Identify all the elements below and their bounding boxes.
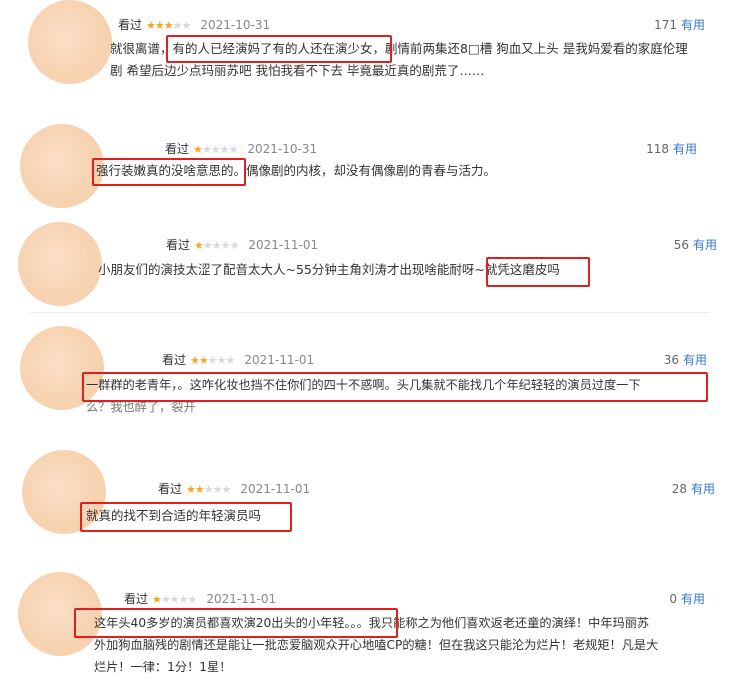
useful-vote[interactable]: 118 有用 (646, 140, 697, 157)
review-text: 一群群的老青年，。这咋化妆也挡不住你们的四十不惑啊。头几集就不能找几个年纪轻轻的… (86, 378, 641, 414)
review-date: 2021-11-01 (240, 482, 311, 496)
avatar[interactable] (18, 572, 102, 656)
useful-count: 171 (654, 18, 677, 32)
avatar[interactable] (18, 222, 102, 306)
review-date: 2021-11-01 (244, 353, 315, 367)
divider (30, 312, 710, 313)
avatar[interactable] (20, 124, 104, 208)
useful-link[interactable]: 有用 (691, 482, 715, 496)
review-meta: 看过 ★★★★★ 2021-11-01 (158, 480, 310, 497)
review-meta: 看过 ★★★★★ 2021-10-31 (118, 16, 270, 33)
review-meta: 看过 ★★★★★ 2021-11-01 (166, 236, 318, 253)
review-text: 就真的找不到合适的年轻演员吗 (86, 508, 262, 523)
rating-stars: ★★★★★ (193, 143, 238, 156)
rating-stars: ★★★★★ (146, 19, 191, 32)
rating-stars: ★★★★★ (190, 354, 235, 367)
useful-link[interactable]: 有用 (681, 592, 705, 606)
useful-link[interactable]: 有用 (673, 142, 697, 156)
useful-count: 36 (663, 353, 679, 367)
rating-stars: ★★★★★ (152, 593, 197, 606)
review-date: 2021-10-31 (247, 142, 318, 156)
rating-stars: ★★★★★ (186, 483, 231, 496)
useful-vote[interactable]: 0 有用 (669, 590, 705, 607)
useful-link[interactable]: 有用 (683, 353, 707, 367)
seen-label: 看过 (166, 238, 191, 252)
review-meta: 看过 ★★★★★ 2021-11-01 (124, 590, 276, 607)
avatar[interactable] (28, 0, 112, 84)
review-meta: 看过 ★★★★★ 2021-11-01 (162, 351, 314, 368)
useful-vote[interactable]: 36 有用 (664, 351, 707, 368)
review-date: 2021-11-01 (248, 238, 319, 252)
useful-count: 56 (673, 238, 689, 252)
seen-label: 看过 (165, 142, 190, 156)
useful-count: 118 (646, 142, 669, 156)
useful-link[interactable]: 有用 (681, 18, 705, 32)
review-text: 这年头40多岁的演员都喜欢演20出头的小年轻。。。我只能称之为他们喜欢返老还童的… (94, 616, 659, 674)
seen-label: 看过 (124, 592, 149, 606)
useful-count: 28 (671, 482, 687, 496)
useful-vote[interactable]: 56 有用 (674, 236, 717, 253)
seen-label: 看过 (162, 353, 187, 367)
review-text: 就很离谱，有的人已经演妈了有的人还在演少女，剧情前两集还8□槽 狗血又上头 是我… (110, 41, 688, 78)
useful-vote[interactable]: 28 有用 (672, 480, 715, 497)
useful-link[interactable]: 有用 (693, 238, 717, 252)
seen-label: 看过 (118, 18, 143, 32)
review-meta: 看过 ★★★★★ 2021-10-31 (165, 140, 317, 157)
review-text: 强行装嫩真的没啥意思的。偶像剧的内核，却没有偶像剧的青春与活力。 (96, 163, 497, 178)
review-text: 小朋友们的演技太涩了配音太大人~55分钟主角刘涛才出现啥能耐呀~就凭这磨皮吗 (98, 262, 560, 277)
review-date: 2021-10-31 (200, 18, 271, 32)
seen-label: 看过 (158, 482, 183, 496)
rating-stars: ★★★★★ (194, 239, 239, 252)
useful-vote[interactable]: 171 有用 (654, 16, 705, 33)
review-date: 2021-11-01 (206, 592, 277, 606)
useful-count: 0 (669, 592, 677, 606)
